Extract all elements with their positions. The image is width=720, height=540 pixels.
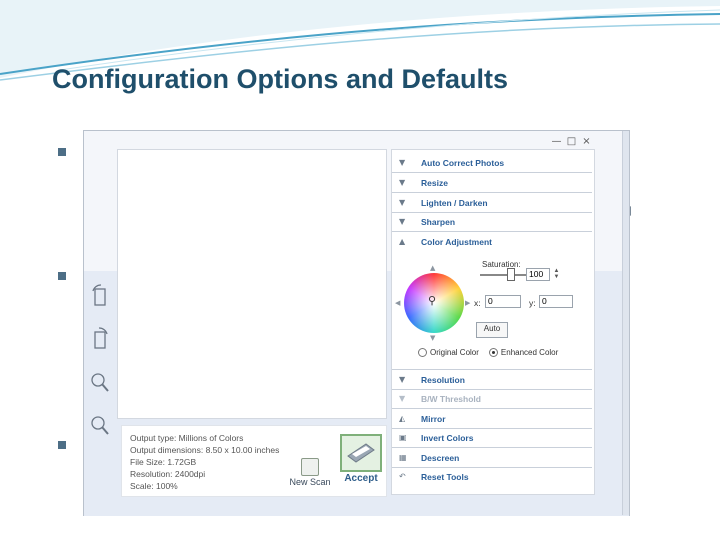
tool-color-adjustment[interactable]: ▲ Color Adjustment [392, 232, 592, 251]
maximize-icon[interactable]: □ [565, 135, 578, 148]
output-type-text: Output type: Millions of Colors [130, 433, 244, 443]
tool-label: Reset Tools [421, 472, 469, 482]
tool-label: Color Adjustment [421, 237, 492, 247]
triangle-down-icon: ▼ [399, 394, 406, 403]
bullet-marker [58, 441, 66, 449]
tool-label: Invert Colors [421, 433, 474, 443]
y-label: y: [529, 298, 536, 308]
zoom-out-icon[interactable] [90, 412, 110, 440]
radio-selected-icon [488, 348, 498, 358]
file-size-text: File Size: 1.72GB [130, 457, 197, 467]
y-input[interactable]: 0 [539, 295, 573, 308]
enhanced-color-label: Enhanced Color [500, 348, 559, 357]
triangle-down-icon: ▼ [399, 375, 406, 384]
bullet-marker [58, 272, 66, 280]
tool-label: Resize [421, 178, 448, 188]
output-dimensions-text: Output dimensions: 8.50 x 10.00 inches [130, 445, 280, 455]
close-icon[interactable]: × [580, 135, 593, 148]
original-color-label: Original Color [430, 348, 479, 357]
mirror-icon: ◭ [399, 414, 406, 423]
tool-label: Resolution [421, 375, 465, 385]
scanner-icon [301, 458, 319, 476]
slide-title: Configuration Options and Defaults [52, 64, 508, 94]
tool-label: Descreen [421, 453, 460, 463]
tools-panel: ▼ Auto Correct Photos ▼ Resize ▼ Lighten… [391, 149, 595, 495]
arrow-right-icon[interactable]: ▶ [465, 299, 470, 307]
triangle-down-icon: ▼ [399, 217, 406, 226]
saturation-slider-track[interactable] [480, 274, 532, 276]
tool-descreen[interactable]: ▦ Descreen [392, 448, 592, 468]
color-mode-radios: Original Color Enhanced Color [418, 348, 559, 358]
saturation-stepper[interactable]: ▲ ▼ [552, 268, 561, 281]
accept-label: Accept [344, 473, 378, 484]
accept-button[interactable]: Accept [338, 434, 384, 484]
triangle-up-icon: ▲ [399, 237, 406, 246]
minimize-icon[interactable]: — [550, 135, 563, 148]
tool-mirror[interactable]: ◭ Mirror [392, 409, 592, 429]
tool-auto-correct-photos[interactable]: ▼ Auto Correct Photos [392, 153, 592, 173]
descreen-icon: ▦ [399, 453, 407, 462]
zoom-in-icon[interactable] [90, 369, 110, 397]
invert-icon: ▣ [399, 433, 407, 442]
tool-invert-colors[interactable]: ▣ Invert Colors [392, 428, 592, 448]
tool-label: Auto Correct Photos [421, 158, 505, 168]
tool-resolution[interactable]: ▼ Resolution [392, 369, 592, 390]
tool-label: Mirror [421, 414, 446, 424]
radio-icon [418, 348, 427, 358]
triangle-down-icon: ▼ [399, 198, 406, 207]
tool-lighten-darken[interactable]: ▼ Lighten / Darken [392, 193, 592, 213]
bullet-marker [58, 148, 66, 156]
arrow-left-icon[interactable]: ◀ [395, 299, 400, 307]
new-scan-label: New Scan [289, 477, 331, 487]
left-toolbar [90, 283, 114, 455]
x-input[interactable]: 0 [485, 295, 521, 308]
tool-resize[interactable]: ▼ Resize [392, 173, 592, 193]
tool-label: B/W Threshold [421, 394, 481, 404]
triangle-down-icon: ▼ [399, 178, 406, 187]
window-controls: — □ × [550, 135, 593, 148]
tool-reset-tools[interactable]: ↶ Reset Tools [392, 467, 592, 486]
tool-label: Sharpen [421, 217, 456, 227]
resolution-text: Resolution: 2400dpi [130, 469, 206, 479]
rotate-right-icon[interactable] [90, 326, 110, 354]
tool-sharpen[interactable]: ▼ Sharpen [392, 212, 592, 232]
triangle-down-icon: ▼ [399, 158, 406, 167]
saturation-slider-handle[interactable] [507, 268, 515, 281]
reset-icon: ↶ [399, 472, 406, 481]
arrow-up-icon[interactable]: ▲ [430, 264, 435, 272]
x-label: x: [474, 298, 481, 308]
scan-info-box: Output type: Millions of Colors Output d… [121, 425, 387, 497]
scale-text: Scale: 100% [130, 481, 178, 491]
auto-button[interactable]: Auto [476, 322, 508, 338]
magnifier-icon: ⚲ [428, 294, 437, 307]
arrow-down-icon[interactable]: ▼ [430, 334, 435, 342]
saturation-input[interactable]: 100 [526, 268, 550, 281]
tool-bw-threshold[interactable]: ▼ B/W Threshold [392, 389, 592, 409]
accept-scan-icon [340, 434, 382, 472]
new-scan-button[interactable]: New Scan [288, 458, 332, 487]
window-scrollbar[interactable] [622, 131, 629, 515]
enhanced-color-option[interactable]: Enhanced Color [488, 348, 559, 358]
rotate-left-icon[interactable] [90, 283, 110, 311]
scan-preview[interactable] [117, 149, 387, 419]
tool-label: Lighten / Darken [421, 198, 488, 208]
scanner-window: — □ × Output type: Millions of Colors Ou… [83, 130, 630, 516]
original-color-option[interactable]: Original Color [418, 348, 479, 358]
color-wheel-control[interactable]: ▲ ▼ ◀ ▶ ⚲ [395, 264, 470, 342]
